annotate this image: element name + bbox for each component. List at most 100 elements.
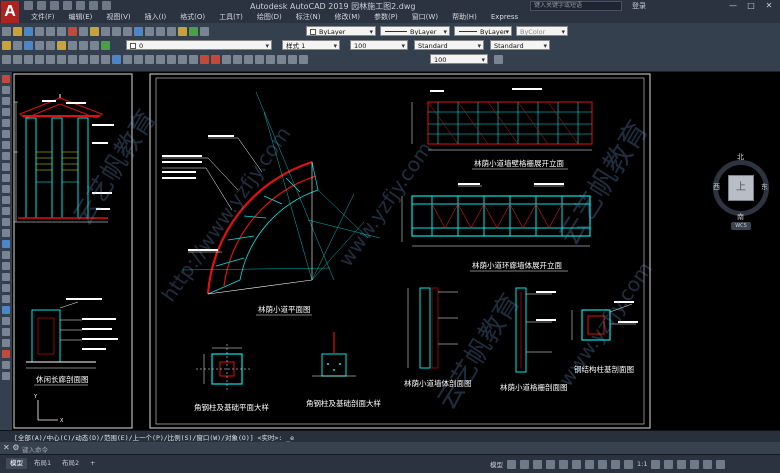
revcloud-icon[interactable] (79, 54, 88, 64)
dim-linear-icon[interactable] (200, 54, 209, 64)
ellipse-icon[interactable] (101, 54, 110, 64)
copy-icon[interactable] (79, 26, 88, 36)
point-icon[interactable] (134, 54, 143, 64)
circle-draw-icon[interactable] (2, 273, 10, 281)
otrack-icon[interactable] (572, 459, 581, 469)
line-draw-icon[interactable] (2, 251, 10, 259)
line-icon[interactable] (2, 54, 11, 64)
leader-icon[interactable] (244, 54, 253, 64)
pan-icon[interactable] (134, 26, 143, 36)
units-icon[interactable] (664, 459, 674, 469)
menu-view[interactable]: 视图(V) (99, 12, 137, 23)
scale-icon[interactable] (2, 152, 10, 160)
maximize-button[interactable]: □ (742, 0, 760, 12)
drawing-area[interactable]: 休闲长廊剖面图 Y X 林荫小道平面图 林荫小道墙壁格栅展开立面 林荫小道环廊墙… (12, 72, 780, 430)
layer-lock-icon[interactable] (68, 40, 77, 50)
extend-icon[interactable] (2, 185, 10, 193)
clean-screen-icon[interactable] (703, 459, 713, 469)
tab-layout1[interactable]: 布局1 (30, 458, 55, 469)
construction-line-icon[interactable] (13, 54, 22, 64)
tolerance-icon[interactable] (255, 54, 264, 64)
osnap-icon[interactable] (559, 459, 568, 469)
hatch-draw-icon[interactable] (2, 306, 10, 314)
new-icon[interactable] (24, 1, 33, 10)
circle-icon[interactable] (68, 54, 77, 64)
menu-edit[interactable]: 编辑(E) (62, 12, 100, 23)
wcs-menu[interactable]: WCS (731, 222, 751, 230)
command-line[interactable]: ✕ ⚙ 键入命令 (0, 442, 780, 454)
arc-icon[interactable] (57, 54, 66, 64)
hardware-accel-icon[interactable] (690, 459, 700, 469)
mtext-icon[interactable] (189, 54, 198, 64)
trim-icon[interactable] (2, 174, 10, 182)
preview-icon[interactable] (46, 26, 55, 36)
region-icon[interactable] (167, 54, 176, 64)
compass-east[interactable]: 东 (761, 182, 768, 192)
publish-icon[interactable] (57, 26, 66, 36)
image-icon[interactable] (2, 361, 10, 369)
arc-draw-icon[interactable] (2, 284, 10, 292)
rectangle-icon[interactable] (46, 54, 55, 64)
mirror-icon[interactable] (2, 97, 10, 105)
layer-isolate-icon[interactable] (35, 40, 44, 50)
new-file-icon[interactable] (2, 26, 11, 36)
center-mark-icon[interactable] (266, 54, 275, 64)
command-input[interactable]: 键入命令 (22, 444, 48, 454)
match-properties-icon[interactable] (101, 26, 110, 36)
compass-west[interactable]: 西 (713, 182, 720, 192)
open-icon[interactable] (37, 1, 46, 10)
block-draw-icon[interactable] (2, 328, 10, 336)
textstyle-dropdown[interactable]: Standard (414, 40, 484, 50)
menu-file[interactable]: 文件(F) (24, 12, 62, 23)
move-icon[interactable] (2, 130, 10, 138)
grid-icon[interactable] (507, 459, 516, 469)
tab-model[interactable]: 模型 (6, 458, 27, 469)
gradient-icon[interactable] (156, 54, 165, 64)
save-file-icon[interactable] (24, 26, 33, 36)
dim-style-icon[interactable] (299, 54, 308, 64)
workspace-gear-icon[interactable] (651, 459, 661, 469)
zoom-previous-icon[interactable] (167, 26, 176, 36)
model-space-label[interactable]: 模型 (490, 459, 503, 469)
menu-draw[interactable]: 绘图(D) (250, 12, 289, 23)
menu-help[interactable]: 帮助(H) (445, 12, 484, 23)
minimize-button[interactable]: — (724, 0, 742, 12)
search-input[interactable]: 键入关键字或短语 (530, 1, 622, 11)
menu-modify[interactable]: 修改(M) (327, 12, 367, 23)
zoom-realtime-icon[interactable] (145, 26, 154, 36)
undo-icon[interactable] (89, 1, 98, 10)
menu-dimension[interactable]: 标注(N) (289, 12, 328, 23)
color-dropdown[interactable]: ByLayer (306, 26, 376, 36)
tool-palettes-icon[interactable] (200, 26, 209, 36)
selection-cycling-icon[interactable] (611, 459, 620, 469)
compass-north[interactable]: 北 (737, 152, 744, 162)
ortho-icon[interactable] (533, 459, 542, 469)
polar-icon[interactable] (546, 459, 555, 469)
menu-window[interactable]: 窗口(W) (405, 12, 445, 23)
rotate-icon[interactable] (2, 141, 10, 149)
rect-draw-icon[interactable] (2, 295, 10, 303)
plotstyle-dropdown[interactable]: ByColor (516, 26, 568, 36)
text-draw-icon[interactable] (2, 317, 10, 325)
dim-angular-icon[interactable] (233, 54, 242, 64)
layer-state-icon[interactable] (13, 40, 22, 50)
table-draw-icon[interactable] (2, 339, 10, 347)
dim-edit-icon[interactable] (277, 54, 286, 64)
zoom-dropdown[interactable]: 100 (430, 54, 488, 64)
layer-properties-icon[interactable] (2, 40, 11, 50)
dim-aligned-icon[interactable] (211, 54, 220, 64)
dim-update-icon[interactable] (288, 54, 297, 64)
offset-icon[interactable] (2, 108, 10, 116)
tab-layout2[interactable]: 布局2 (58, 458, 83, 469)
explode-icon[interactable] (2, 240, 10, 248)
add-layout-icon[interactable]: + (86, 458, 99, 469)
dim-radius-icon[interactable] (222, 54, 231, 64)
layer-freeze-icon[interactable] (46, 40, 55, 50)
redo-icon[interactable] (102, 1, 111, 10)
linetype-dropdown[interactable]: ByLayer (380, 26, 450, 36)
make-block-icon[interactable] (123, 54, 132, 64)
chamfer-icon[interactable] (2, 218, 10, 226)
saveas-icon[interactable] (63, 1, 72, 10)
viewcube[interactable]: 上 北 南 东 西 WCS (709, 152, 775, 240)
paste-icon[interactable] (90, 26, 99, 36)
